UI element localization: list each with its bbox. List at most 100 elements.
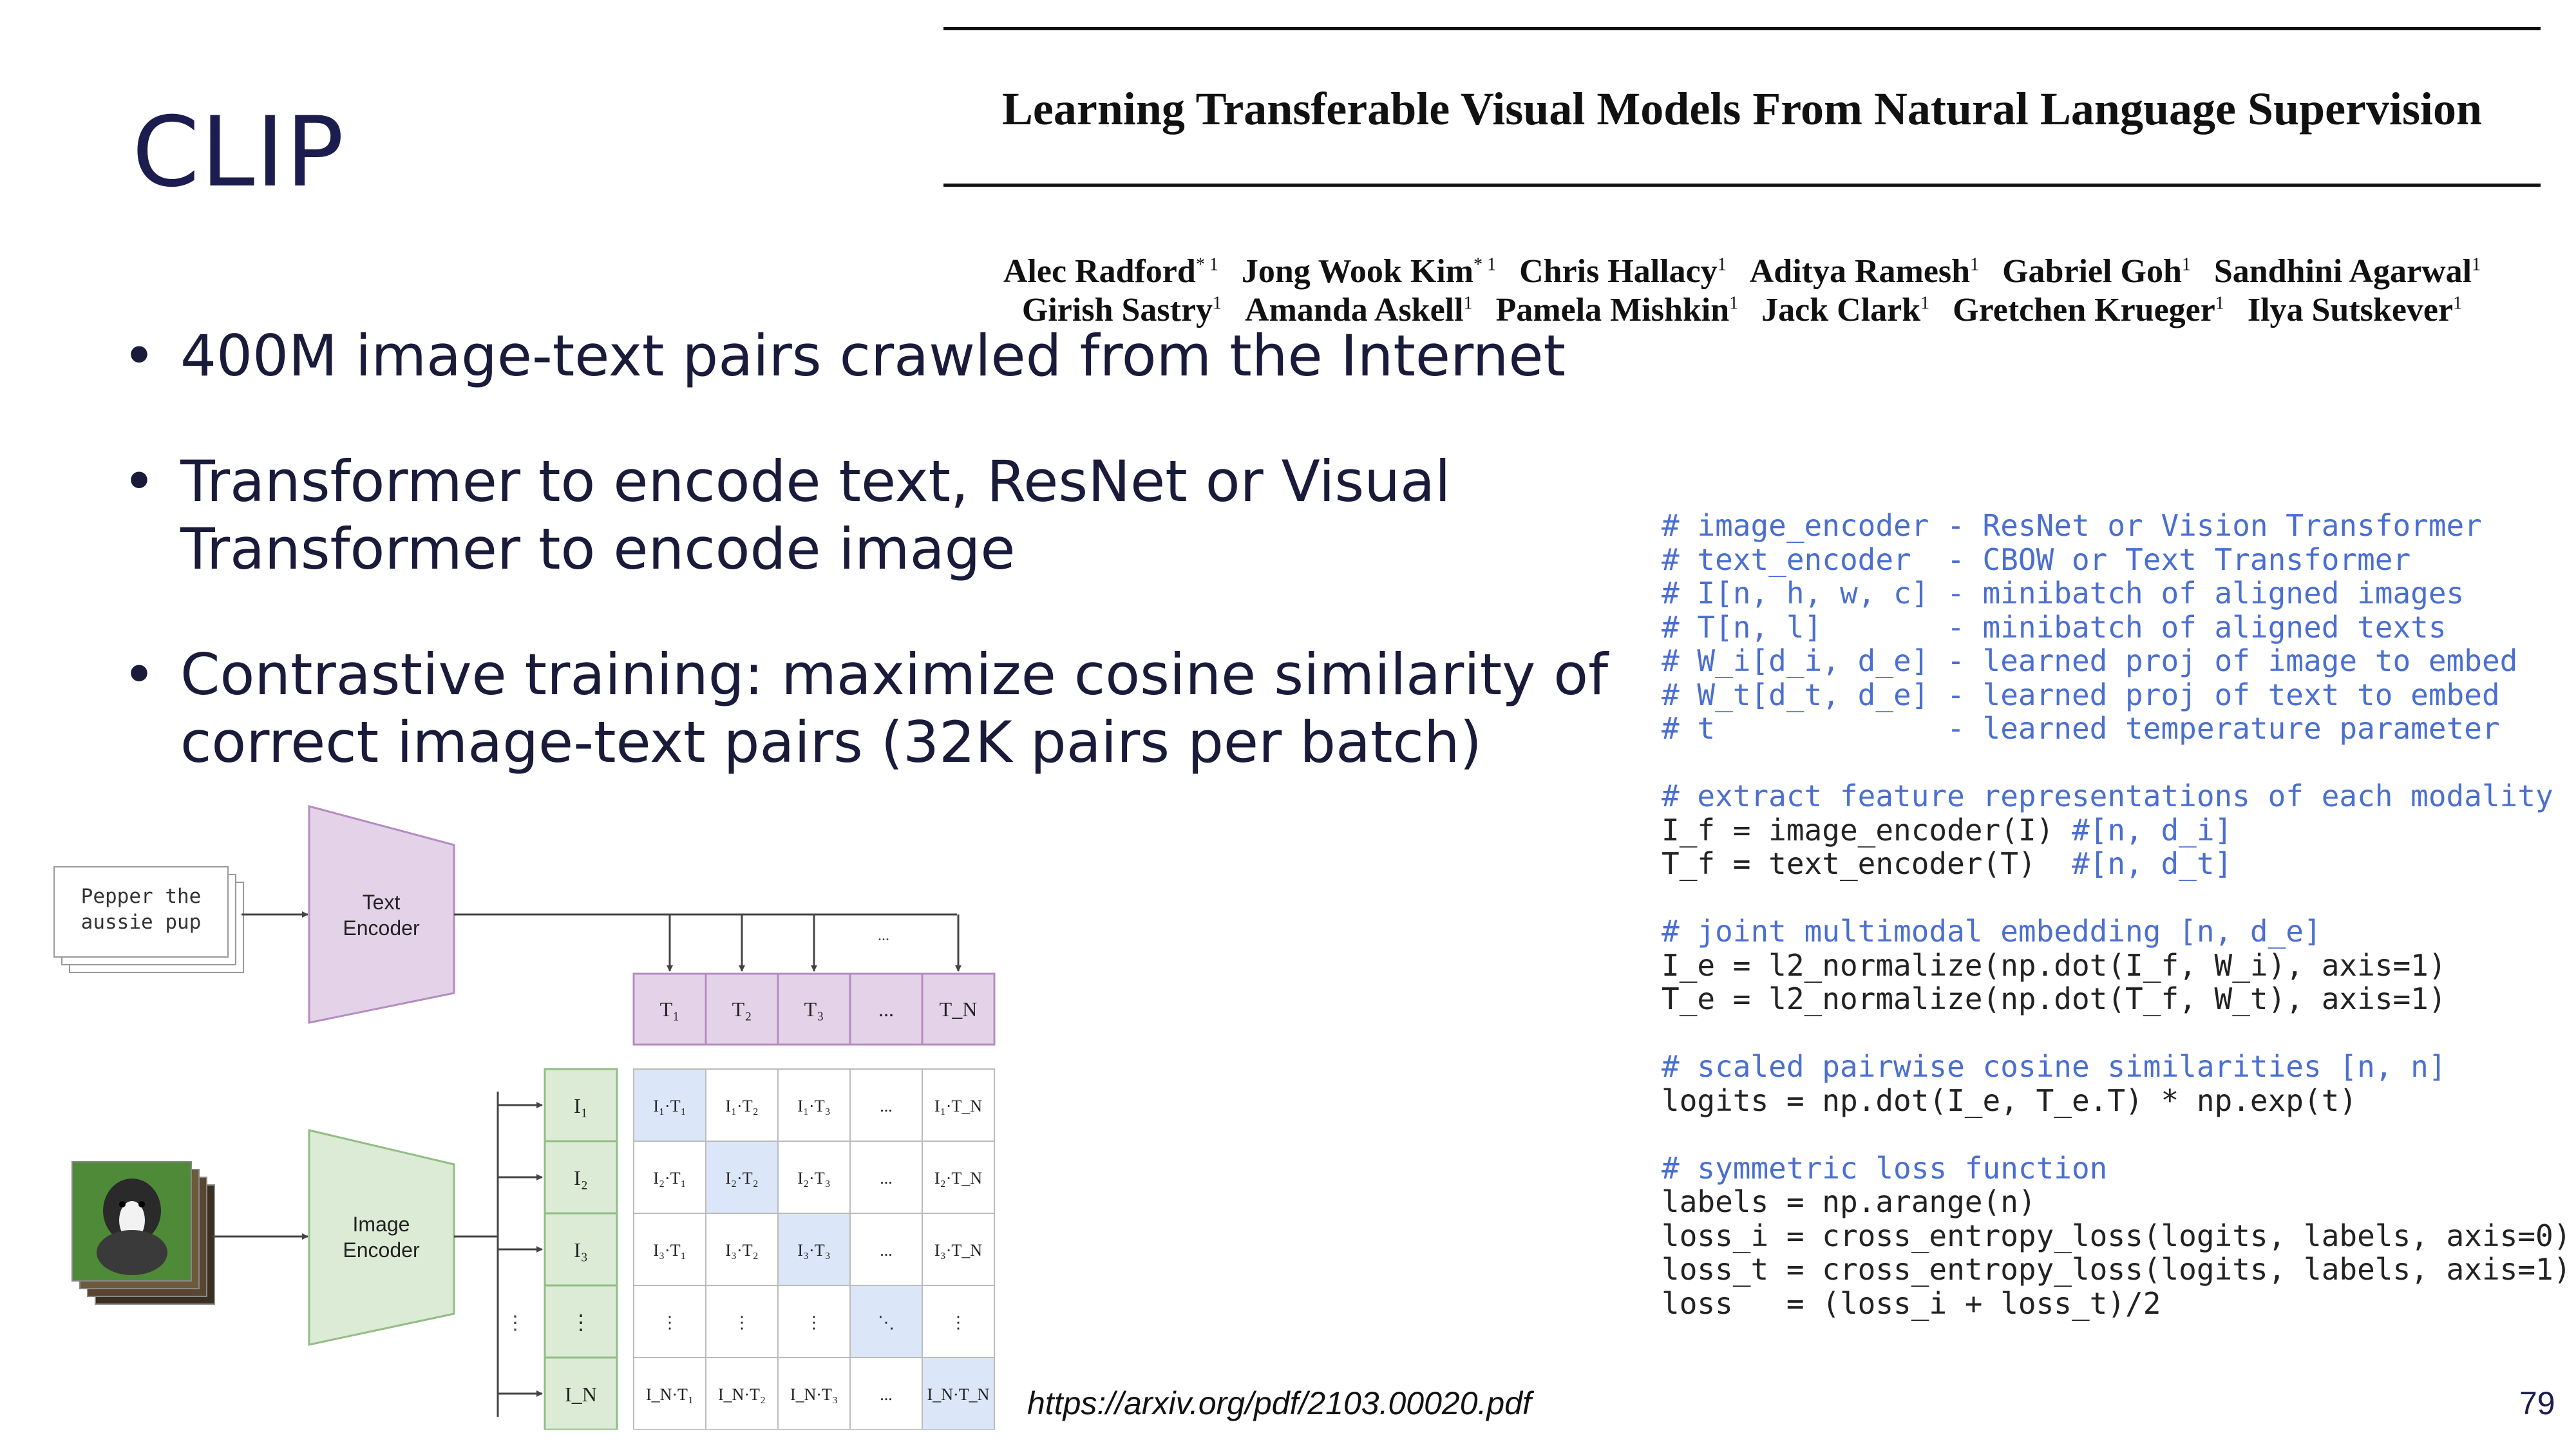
page-number: 79 bbox=[2519, 1385, 2555, 1421]
text-token-label: T₃ bbox=[804, 998, 824, 1021]
image-encoder-label-1: Image bbox=[353, 1213, 410, 1236]
code-line: I_e = l2_normalize(np.dot(I_f, W_i), axi… bbox=[1662, 947, 2447, 983]
matrix-cell-label: ⋮ bbox=[734, 1313, 750, 1332]
matrix-cell-label: I_N·T₁ bbox=[646, 1385, 694, 1404]
author-affiliation-mark: 1 bbox=[1729, 293, 1739, 314]
text-token-label: T₁ bbox=[660, 998, 680, 1021]
image-token-label: ⋮ bbox=[571, 1311, 591, 1334]
matrix-cell-label: I₂·T₃ bbox=[797, 1169, 830, 1188]
author-affiliation-mark: 1 bbox=[2181, 254, 2191, 275]
matrix-cell-label: I₂·T₁ bbox=[653, 1169, 686, 1188]
image-encoder-block bbox=[308, 1129, 455, 1346]
author-affiliation-mark: 1 bbox=[1213, 293, 1222, 314]
bullet-item: 400M image-text pairs crawled from the I… bbox=[116, 322, 1597, 390]
paper-title-top-rule bbox=[943, 27, 2541, 30]
code-line: # text_encoder - CBOW or Text Transforme… bbox=[1662, 542, 2411, 577]
paper-title-bottom-rule bbox=[943, 184, 2541, 187]
image-token-label: I₂ bbox=[574, 1166, 588, 1189]
source-url[interactable]: https://arxiv.org/pdf/2103.00020.pdf bbox=[1027, 1385, 1531, 1422]
author-name: Ilya Sutskever1 bbox=[2247, 292, 2463, 328]
code-line: loss_i = cross_entropy_loss(logits, labe… bbox=[1662, 1218, 2571, 1253]
matrix-cell-label: I₃·T_N bbox=[934, 1241, 982, 1260]
author-affiliation-mark: 1 bbox=[2453, 293, 2463, 314]
text-arrows bbox=[667, 914, 961, 972]
matrix-cell-label: I₁·T₃ bbox=[797, 1097, 830, 1115]
image-token-label: I₁ bbox=[574, 1094, 588, 1117]
matrix-cell-label: I₃·T₁ bbox=[653, 1241, 686, 1260]
text-token-label: T_N bbox=[940, 998, 978, 1021]
matrix-cell-label: I₁·T₂ bbox=[725, 1097, 758, 1115]
matrix-cell-label: ⋮ bbox=[806, 1313, 822, 1332]
text-encoder-label-1: Text bbox=[363, 891, 401, 914]
author-name: Alec Radford* 1 bbox=[1003, 253, 1218, 290]
code-line: logits = np.dot(I_e, T_e.T) * np.exp(t) bbox=[1662, 1083, 2358, 1118]
matrix-cell-label: I₃·T₃ bbox=[797, 1241, 830, 1260]
arrow-ellipsis: ... bbox=[878, 927, 889, 944]
matrix-cell-label: ... bbox=[880, 1169, 893, 1188]
matrix-cell-label: I₁·T₁ bbox=[653, 1097, 686, 1115]
code-line: labels = np.arange(n) bbox=[1662, 1184, 2036, 1219]
image-encoder-label-2: Encoder bbox=[343, 1238, 420, 1262]
code-line: T_e = l2_normalize(np.dot(T_f, W_t), axi… bbox=[1662, 981, 2447, 1016]
code-line: loss = (loss_i + loss_t)/2 bbox=[1662, 1285, 2161, 1321]
author-affiliation-mark: 1 bbox=[1463, 293, 1473, 314]
text-encoder-label-2: Encoder bbox=[343, 916, 420, 940]
text-input-line-2: aussie pup bbox=[81, 911, 202, 934]
code-line: # t - learned temperature parameter bbox=[1662, 711, 2500, 746]
matrix-cell-label: ⋱ bbox=[878, 1313, 895, 1332]
branch-ellipsis: ⋮ bbox=[506, 1312, 525, 1334]
authors-line-1: Alec Radford* 1 Jong Wook Kim* 1 Chris Hal… bbox=[943, 252, 2541, 290]
matrix-cell-label: I_N·T_N bbox=[927, 1385, 990, 1404]
image-arrows: ⋮ bbox=[498, 1102, 543, 1397]
matrix-cell-label: I₂·T₂ bbox=[725, 1169, 758, 1188]
code-line: # image_encoder - ResNet or Vision Trans… bbox=[1662, 508, 2482, 543]
author-affiliation-mark: 1 bbox=[2472, 254, 2481, 275]
clip-diagram: Pepper the aussie pup Text Encoder ... I… bbox=[0, 799, 1030, 1432]
author-name: Gretchen Krueger1 bbox=[1953, 292, 2224, 328]
image-token-label: I₃ bbox=[574, 1238, 588, 1262]
text-token-label: T₂ bbox=[732, 998, 752, 1021]
code-line: # scaled pairwise cosine similarities [n… bbox=[1662, 1049, 2447, 1084]
paper-title: Learning Transferable Visual Models From… bbox=[1001, 83, 2483, 135]
text-input-cards: Pepper the aussie pup bbox=[53, 866, 244, 973]
code-line: loss_t = cross_entropy_loss(logits, labe… bbox=[1662, 1252, 2571, 1287]
author-affiliation-mark: 1 bbox=[1717, 254, 1727, 275]
matrix-cell-label: I₁·T_N bbox=[934, 1097, 982, 1115]
image-token-label: I_N bbox=[565, 1383, 597, 1406]
text-token-row: T₁ T₂ T₃... T_N bbox=[632, 972, 996, 1046]
bullet-list: 400M image-text pairs crawled from the I… bbox=[116, 322, 1608, 835]
author-affiliation-mark: 1 bbox=[1920, 293, 1930, 314]
author-name: Jack Clark1 bbox=[1761, 292, 1930, 328]
code-line: # I[n, h, w, c] - minibatch of aligned i… bbox=[1662, 576, 2465, 611]
similarity-matrix: I₁·T₁ I₁·T₂ I₁·T₃... I₁·T_N I₂·T₁ I₂·T₂ I₂·T₃.… bbox=[633, 1068, 995, 1430]
author-affiliation-mark: 1 bbox=[2215, 293, 2224, 314]
matrix-cell-label: ... bbox=[880, 1241, 893, 1260]
code-line: # extract feature representations of eac… bbox=[1662, 779, 2553, 813]
matrix-cell-label: ⋮ bbox=[661, 1313, 678, 1332]
author-affiliation-mark: * 1 bbox=[1473, 254, 1497, 275]
author-name: Chris Hallacy1 bbox=[1519, 253, 1727, 290]
code-line: # T[n, l] - minibatch of aligned texts bbox=[1662, 609, 2447, 645]
matrix-cell-label: ⋮ bbox=[950, 1313, 967, 1332]
image-input-cards bbox=[71, 1161, 215, 1305]
author-name: Aditya Ramesh1 bbox=[1749, 253, 1980, 290]
bullet-item: Contrastive training: maximize cosine si… bbox=[116, 641, 1662, 776]
code-line: I_f = image_encoder(I) #[n, d_i] bbox=[1662, 812, 2233, 848]
code-line: T_f = text_encoder(T) #[n, d_t] bbox=[1662, 846, 2233, 881]
pseudocode-block: # image_encoder - ResNet or Vision Trans… bbox=[1662, 509, 2571, 1320]
image-token-column: I₁ I₂ I₃ ⋮ I_N bbox=[544, 1068, 618, 1431]
code-line: # W_t[d_t, d_e] - learned proj of text t… bbox=[1662, 677, 2500, 712]
code-line: # W_i[d_i, d_e] - learned proj of image … bbox=[1662, 643, 2518, 678]
text-encoder-block bbox=[308, 805, 455, 1024]
matrix-cell-label: ... bbox=[880, 1097, 893, 1115]
author-name: Sandhini Agarwal1 bbox=[2213, 253, 2481, 290]
author-name: Gabriel Goh1 bbox=[2002, 253, 2191, 290]
matrix-cell-label: I_N·T₂ bbox=[718, 1385, 766, 1404]
text-token-label: ... bbox=[878, 998, 894, 1021]
slide-title: CLIP bbox=[132, 97, 345, 209]
matrix-cell-label: ... bbox=[880, 1385, 893, 1404]
matrix-cell-label: I₂·T_N bbox=[934, 1169, 982, 1188]
author-name: Jong Wook Kim* 1 bbox=[1241, 253, 1497, 290]
bullet-item: Transformer to encode text, ResNet or Vi… bbox=[116, 448, 1584, 583]
text-input-line-1: Pepper the bbox=[81, 885, 202, 908]
